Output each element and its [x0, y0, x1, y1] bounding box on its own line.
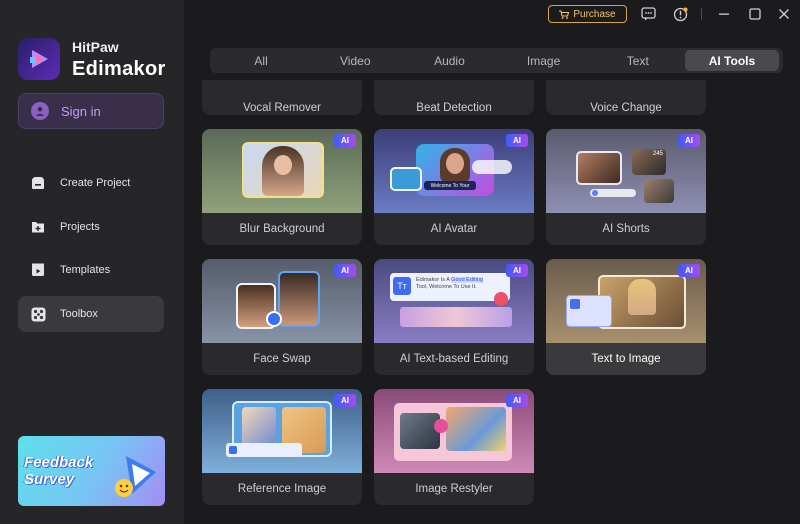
tool-card-face-swap[interactable]: AI Face Swap: [202, 259, 362, 375]
cart-icon: [559, 9, 570, 19]
tool-card-beat-detection[interactable]: Beat Detection: [374, 80, 534, 115]
sidebar-item-label: Create Project: [60, 177, 131, 189]
tool-card-label: Face Swap: [253, 353, 311, 365]
tool-card-blur-background[interactable]: AI Blur Background: [202, 129, 362, 245]
tool-card-label: Blur Background: [239, 223, 325, 235]
tool-card-label: AI Avatar: [430, 223, 478, 235]
sidebar-item-projects[interactable]: Projects: [18, 209, 164, 245]
tool-card-label: Reference Image: [237, 483, 327, 495]
tool-card-label: AI Shorts: [602, 223, 650, 235]
sign-in-label: Sign in: [61, 103, 101, 119]
sidebar-item-label: Toolbox: [60, 308, 98, 320]
ai-badge: AI: [334, 264, 356, 277]
tab-audio[interactable]: Audio: [402, 50, 496, 71]
sidebar-item-create-project[interactable]: Create Project: [18, 165, 164, 201]
text-editing-caption-1: Edimakor Is A: [416, 277, 450, 283]
text-editing-caption-2: Good Editing: [451, 277, 483, 283]
topbar-divider: [701, 8, 702, 20]
tab-text[interactable]: Text: [591, 50, 685, 71]
feedback-survey-text: Feedback Survey: [24, 454, 94, 488]
tool-card-ai-shorts[interactable]: 245 AI AI Shorts: [546, 129, 706, 245]
sidebar-item-label: Projects: [60, 221, 100, 233]
tab-all[interactable]: All: [214, 50, 308, 71]
purchase-label: Purchase: [573, 8, 616, 20]
ai-shorts-counter: 245: [632, 149, 666, 175]
ai-avatar-caption: Welcome To Your: [424, 181, 476, 190]
sign-in-button[interactable]: Sign in: [18, 93, 164, 129]
tool-card-label: Vocal Remover: [243, 102, 321, 114]
tool-card-vocal-remover[interactable]: Vocal Remover: [202, 80, 362, 115]
notification-icon[interactable]: [672, 6, 688, 22]
create-project-icon: [30, 175, 46, 191]
ai-badge: AI: [334, 394, 356, 407]
ai-badge: AI: [334, 134, 356, 147]
minimize-icon[interactable]: [716, 6, 732, 22]
tab-ai-tools[interactable]: AI Tools: [684, 50, 780, 71]
tool-card-label: Text to Image: [591, 353, 661, 365]
sidebar-item-templates[interactable]: Templates: [18, 252, 164, 288]
tool-card-image-restyler[interactable]: AI Image Restyler: [374, 389, 534, 505]
ai-badge: AI: [506, 264, 528, 277]
feedback-message-icon[interactable]: [640, 6, 656, 22]
tool-card-text-to-image[interactable]: AI Text to Image: [546, 259, 706, 375]
tool-card-label: AI Text-based Editing: [399, 353, 509, 365]
close-icon[interactable]: [776, 6, 792, 22]
tab-video[interactable]: Video: [308, 50, 402, 71]
category-tabs: All Video Audio Image Text AI Tools: [210, 48, 783, 73]
ai-badge: AI: [678, 134, 700, 147]
brand-name-main: Edimakor: [72, 58, 166, 80]
tool-card-label: Image Restyler: [415, 483, 493, 495]
text-editing-caption-3: Tool, Welcome To Use It.: [416, 284, 477, 290]
purchase-button[interactable]: Purchase: [548, 5, 627, 23]
tool-card-ai-text-based-editing[interactable]: Edimakor Is A Good Editing Tool, Welcome…: [374, 259, 534, 375]
maximize-icon[interactable]: [747, 6, 763, 22]
sidebar-item-toolbox[interactable]: Toolbox: [18, 296, 164, 332]
ai-badge: AI: [506, 394, 528, 407]
folder-plus-icon: [30, 219, 46, 235]
tools-grid: Vocal Remover Beat Detection Voice Chang…: [184, 80, 800, 524]
tool-card-ai-avatar[interactable]: Welcome To Your AI AI Avatar: [374, 129, 534, 245]
tool-card-label: Voice Change: [590, 102, 662, 114]
sidebar: HitPaw Edimakor Sign in Create Project P…: [0, 0, 184, 524]
feedback-survey-banner[interactable]: Feedback Survey: [18, 436, 165, 506]
ai-badge: AI: [506, 134, 528, 147]
tool-card-voice-change[interactable]: Voice Change: [546, 80, 706, 115]
templates-icon: [30, 262, 46, 278]
sidebar-item-label: Templates: [60, 264, 111, 276]
toolbox-icon: [30, 306, 46, 322]
ai-badge: AI: [678, 264, 700, 277]
tool-card-label: Beat Detection: [416, 102, 492, 114]
user-icon: [31, 102, 49, 120]
tool-card-reference-image[interactable]: AI Reference Image: [202, 389, 362, 505]
tab-image[interactable]: Image: [497, 50, 591, 71]
app-logo: [18, 38, 60, 80]
feedback-play-icon: [115, 456, 156, 497]
brand-name-top: HitPaw: [72, 39, 119, 55]
